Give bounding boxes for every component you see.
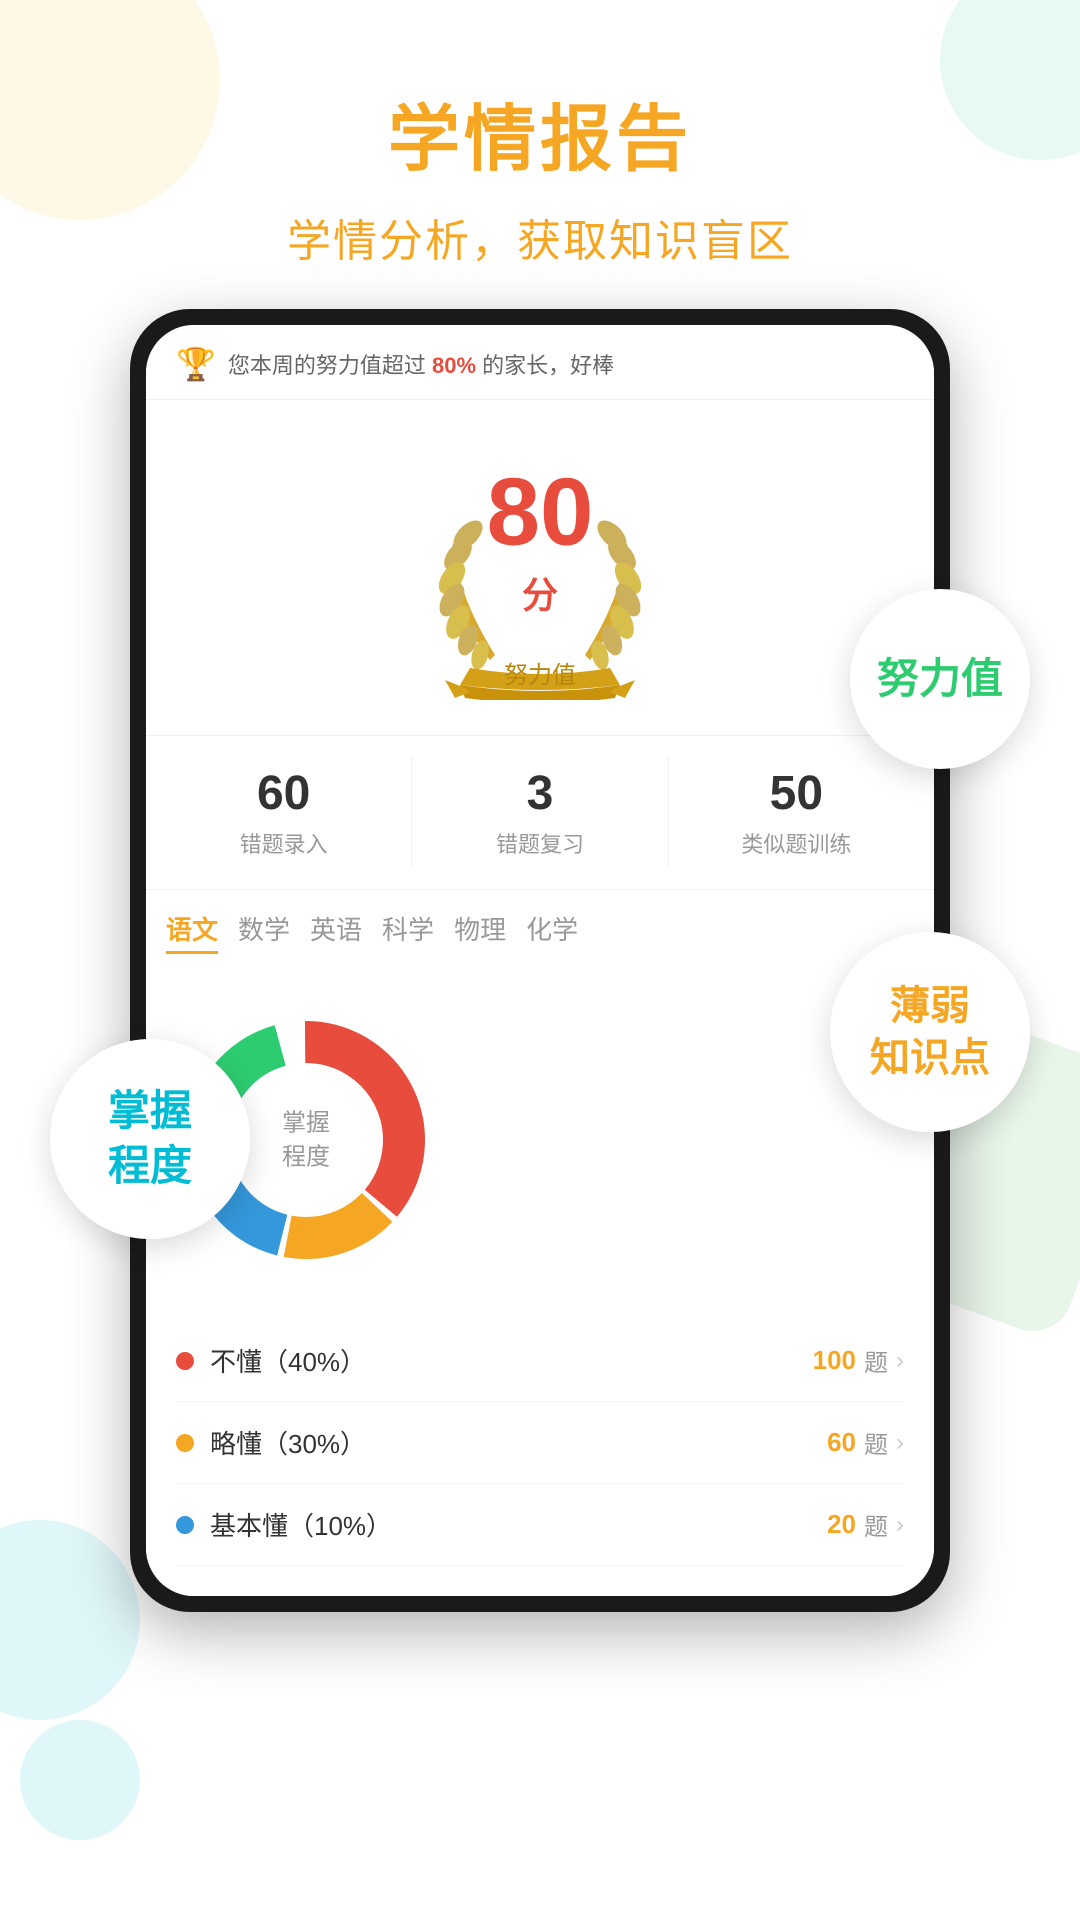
- phone-mockup: 努力值 掌握程度 薄弱知识点 🏆 您本周的努力值超过 80% 的家长，好棒: [130, 309, 950, 1612]
- stat-label-0: 错题录入: [166, 827, 401, 859]
- stat-item-1: 3 错题复习: [412, 756, 668, 869]
- badge-zhangwo: 掌握程度: [50, 1039, 250, 1239]
- badge-ruodian: 薄弱知识点: [830, 932, 1030, 1132]
- header-section: 学情报告 学情分析，获取知识盲区: [0, 0, 1080, 309]
- stat-label-1: 错题复习: [422, 827, 657, 859]
- legend-dot-0: [176, 1352, 194, 1370]
- legend-unit-1: 题: [864, 1425, 888, 1460]
- notification-bar: 🏆 您本周的努力值超过 80% 的家长，好棒: [146, 325, 934, 400]
- legend-item-1[interactable]: 略懂（30%） 60 题 ›: [176, 1402, 904, 1484]
- score-section: 80分 努力值: [146, 400, 934, 735]
- legend-dot-1: [176, 1434, 194, 1452]
- legend-item-0[interactable]: 不懂（40%） 100 题 ›: [176, 1320, 904, 1402]
- legend-count-1: 60: [827, 1427, 856, 1458]
- notification-text: 您本周的努力值超过 80% 的家长，好棒: [228, 348, 904, 380]
- legend-item-2[interactable]: 基本懂（10%） 20 题 ›: [176, 1484, 904, 1566]
- legend-label-0: 不懂（40%）: [210, 1342, 813, 1379]
- badge-zhangwo-text: 掌握程度: [108, 1084, 192, 1193]
- bg-decor-bottomleft: [0, 1520, 140, 1720]
- tab-shuxue[interactable]: 数学: [238, 906, 290, 954]
- tab-kexue[interactable]: 科学: [382, 906, 434, 954]
- score-unit: 分: [522, 574, 558, 615]
- stat-number-2: 50: [679, 766, 914, 821]
- stat-item-2: 50 类似题训练: [669, 756, 924, 869]
- tab-yingyu[interactable]: 英语: [310, 906, 362, 954]
- legend-arrow-0: ›: [896, 1347, 904, 1375]
- legend-arrow-2: ›: [896, 1511, 904, 1539]
- donut-center-label: 掌握程度: [282, 1106, 330, 1173]
- page-title: 学情报告: [0, 80, 1080, 185]
- badge-nuli-text: 努力值: [877, 654, 1003, 704]
- score-number: 80分: [487, 458, 594, 661]
- legend-label-2: 基本懂（10%）: [210, 1506, 827, 1543]
- legend-section: 不懂（40%） 100 题 › 略懂（30%） 60 题 › 基本懂（10%） …: [146, 1310, 934, 1596]
- stats-row: 60 错题录入 3 错题复习 50 类似题训练: [146, 735, 934, 889]
- stat-number-1: 3: [422, 766, 657, 821]
- badge-nuli: 努力值: [850, 589, 1030, 769]
- laurel-container: 80分 努力值: [400, 440, 680, 700]
- legend-label-1: 略懂（30%）: [210, 1424, 827, 1461]
- phone-screen: 🏆 您本周的努力值超过 80% 的家长，好棒: [146, 325, 934, 1596]
- subject-tabs: 语文 数学 英语 科学 物理 化学: [146, 889, 934, 970]
- tab-yuwen[interactable]: 语文: [166, 906, 218, 954]
- tab-huaxue[interactable]: 化学: [526, 906, 578, 954]
- tab-wuli[interactable]: 物理: [454, 906, 506, 954]
- phone-outer: 🏆 您本周的努力值超过 80% 的家长，好棒: [130, 309, 950, 1612]
- page-subtitle: 学情分析，获取知识盲区: [0, 205, 1080, 269]
- legend-count-2: 20: [827, 1509, 856, 1540]
- legend-count-0: 100: [813, 1345, 856, 1376]
- legend-unit-2: 题: [864, 1507, 888, 1542]
- bg-decor-bottomleft2: [20, 1720, 140, 1840]
- legend-dot-2: [176, 1516, 194, 1534]
- legend-arrow-1: ›: [896, 1429, 904, 1457]
- score-display: 80分: [470, 464, 610, 656]
- stat-item-0: 60 错题录入: [156, 756, 412, 869]
- chart-section: 掌握程度: [146, 970, 934, 1310]
- badge-ruodian-text: 薄弱知识点: [870, 980, 990, 1084]
- stat-number-0: 60: [166, 766, 401, 821]
- percent-highlight: 80%: [432, 353, 476, 378]
- legend-unit-0: 题: [864, 1343, 888, 1378]
- stat-label-2: 类似题训练: [679, 827, 914, 859]
- score-ribbon-label: 努力值: [504, 655, 576, 690]
- trophy-icon: 🏆: [176, 345, 216, 383]
